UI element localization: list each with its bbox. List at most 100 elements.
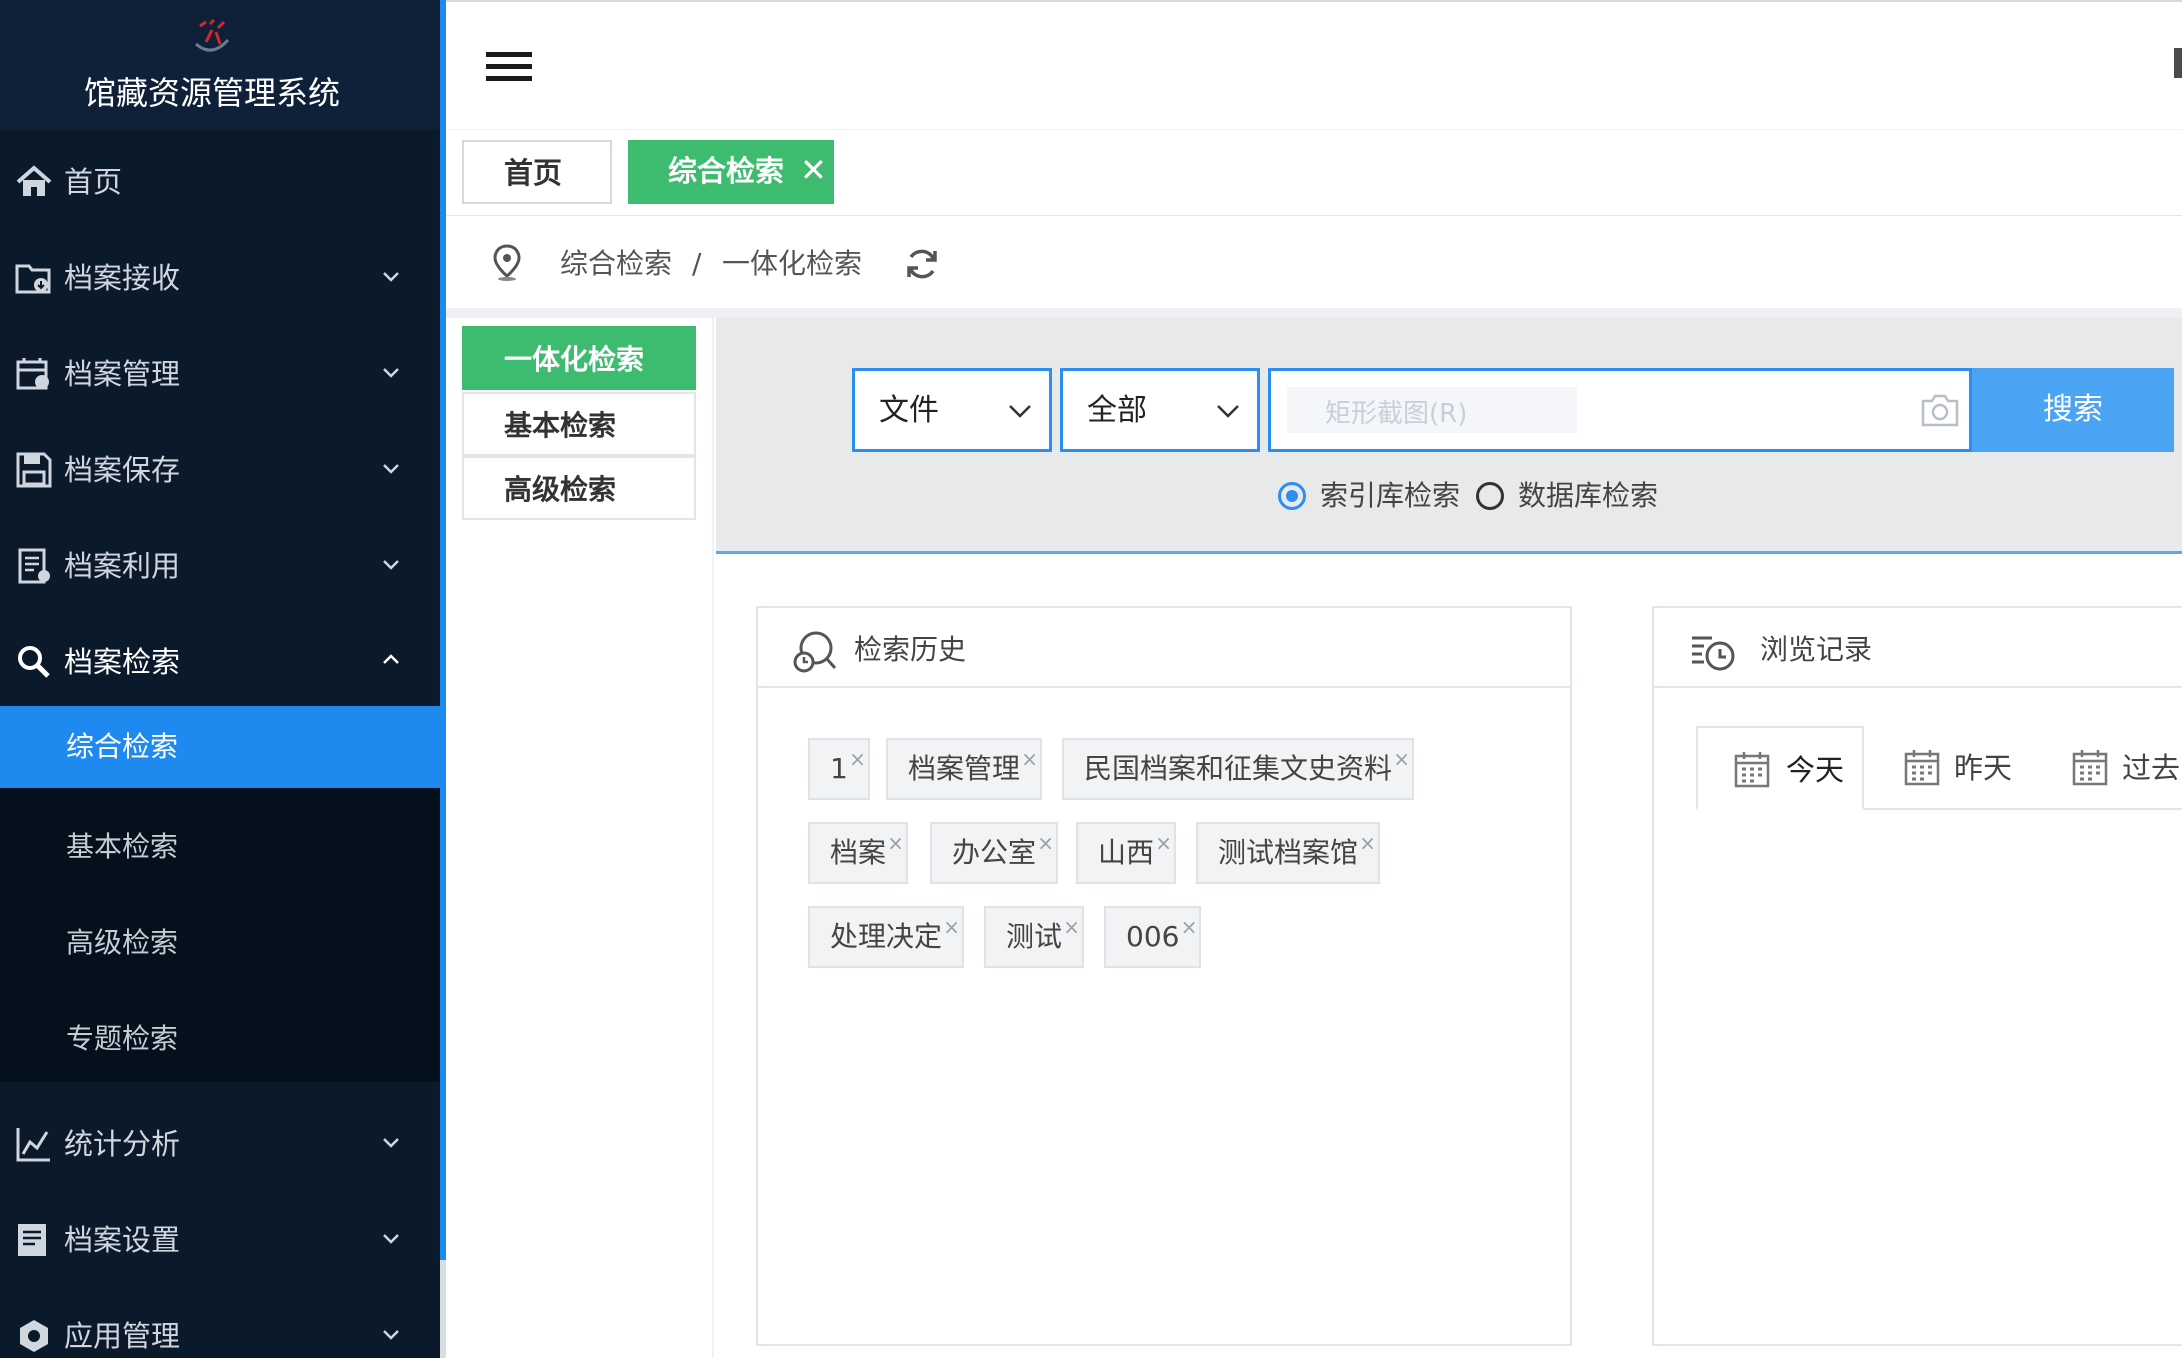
calendar-icon	[1904, 750, 1940, 786]
nav-label: 档案设置	[64, 1223, 181, 1257]
remove-icon[interactable]: ×	[1181, 898, 1198, 956]
breadcrumb-level2: 一体化检索	[722, 247, 863, 280]
breadcrumb-level1[interactable]: 综合检索	[560, 246, 672, 282]
nav-label: 档案管理	[64, 357, 181, 391]
chip-label: 档案管理	[908, 752, 1021, 785]
chevron-down-icon	[1217, 405, 1239, 418]
remove-icon[interactable]: ×	[943, 898, 960, 956]
history-chip[interactable]: 处理决定 ×	[808, 906, 965, 968]
chip-label: 山西	[1098, 836, 1155, 869]
chevron-up-icon	[383, 654, 399, 664]
radio-index-search-label[interactable]: 索引库检索	[1320, 478, 1460, 514]
search-history-card: 检索历史	[756, 606, 1572, 1346]
subnav-item-topic-search[interactable]: 专题检索	[0, 998, 440, 1080]
subnav-item-basic-search[interactable]: 基本检索	[0, 806, 440, 888]
history-chip[interactable]: 档案 ×	[808, 822, 909, 884]
nav-item-app-manage[interactable]: 应用管理	[0, 1288, 440, 1358]
card-header: 检索历史	[758, 608, 1570, 688]
menu-toggle-icon[interactable]	[486, 52, 532, 86]
radio-database-search-label[interactable]: 数据库检索	[1518, 478, 1658, 514]
radio-database-search[interactable]	[1476, 482, 1504, 510]
tab-today[interactable]: 今天	[1696, 726, 1864, 810]
scope-select-value: 全部	[1087, 393, 1147, 428]
top-bar	[446, 0, 2182, 130]
chevron-down-icon	[1009, 405, 1031, 418]
chevron-down-icon	[383, 1138, 399, 1148]
history-chip[interactable]: 档案管理 ×	[886, 738, 1043, 800]
history-chip[interactable]: 测试档案馆 ×	[1196, 822, 1381, 884]
top-right-control[interactable]	[2174, 48, 2182, 78]
save-icon	[16, 452, 52, 488]
remove-icon[interactable]: ×	[1021, 730, 1038, 788]
chip-label: 006	[1126, 920, 1180, 953]
settings-doc-icon	[18, 1224, 46, 1256]
refresh-icon[interactable]	[904, 246, 940, 282]
top-border	[446, 0, 2182, 2]
chip-label: 处理决定	[830, 920, 943, 953]
nav-item-statistics[interactable]: 统计分析	[0, 1096, 440, 1192]
nav-label: 档案检索	[64, 645, 181, 679]
category-select[interactable]: 文件	[852, 368, 1052, 452]
camera-icon[interactable]	[1920, 392, 1960, 428]
browse-history-card: 浏览记录	[1652, 606, 2182, 1346]
remove-icon[interactable]: ×	[1037, 814, 1054, 872]
tab-past[interactable]: 过去	[2072, 726, 2182, 810]
chevron-down-icon	[383, 560, 399, 570]
nav-label: 统计分析	[64, 1127, 181, 1161]
history-chip[interactable]: 山西 ×	[1076, 822, 1177, 884]
nav-label: 档案保存	[64, 453, 181, 487]
search-type-integrated[interactable]: 一体化检索	[462, 326, 696, 390]
nav-label: 档案利用	[64, 549, 181, 583]
nav-item-home[interactable]: 首页	[0, 134, 440, 230]
chevron-down-icon	[383, 464, 399, 474]
search-input[interactable]: 矩形截图(R)	[1268, 368, 1972, 452]
browse-history-title: 浏览记录	[1760, 633, 1873, 666]
history-chip[interactable]: 1 ×	[808, 738, 870, 800]
search-placeholder: 矩形截图(R)	[1325, 399, 1468, 429]
remove-icon[interactable]: ×	[1393, 730, 1410, 788]
nav-item-archive-use[interactable]: 档案利用	[0, 518, 440, 614]
search-type-basic[interactable]: 基本检索	[462, 392, 696, 456]
nav-item-archive-search[interactable]: 档案检索	[0, 614, 440, 710]
subnav-item-advanced-search[interactable]: 高级检索	[0, 902, 440, 984]
history-chip[interactable]: 民国档案和征集文史资料 ×	[1062, 738, 1415, 800]
chevron-down-icon	[383, 272, 399, 282]
archive-manage-icon	[16, 358, 49, 390]
subnav-item-integrated-search[interactable]: 综合检索	[0, 706, 440, 788]
breadcrumb	[446, 216, 2182, 308]
close-icon[interactable]: ✕	[800, 150, 828, 190]
logo-icon	[195, 18, 230, 52]
archive-use-icon	[18, 548, 50, 584]
radio-index-search[interactable]	[1278, 482, 1306, 510]
tab-home[interactable]: 首页	[462, 140, 612, 204]
history-chip[interactable]: 006 ×	[1104, 906, 1202, 968]
folder-receive-icon	[15, 264, 51, 294]
chip-label: 办公室	[952, 836, 1037, 869]
search-type-menu-border	[712, 318, 714, 1358]
chevron-down-icon	[383, 368, 399, 378]
chip-label: 测试档案馆	[1218, 836, 1359, 869]
remove-icon[interactable]: ×	[887, 814, 904, 872]
nav-item-archive-manage[interactable]: 档案管理	[0, 326, 440, 422]
app-manage-icon	[20, 1320, 48, 1352]
remove-icon[interactable]: ×	[1063, 898, 1080, 956]
scope-select[interactable]: 全部	[1060, 368, 1260, 452]
tab-yesterday[interactable]: 昨天	[1904, 726, 2064, 810]
remove-icon[interactable]: ×	[849, 730, 866, 788]
nav-item-archive-receive[interactable]: 档案接收	[0, 230, 440, 326]
nav-item-archive-settings[interactable]: 档案设置	[0, 1192, 440, 1288]
remove-icon[interactable]: ×	[1155, 814, 1172, 872]
home-icon	[16, 165, 52, 196]
search-type-advanced[interactable]: 高级检索	[462, 456, 696, 520]
remove-icon[interactable]: ×	[1359, 814, 1376, 872]
chevron-down-icon	[383, 1330, 399, 1340]
browse-history-icon	[1692, 636, 1735, 671]
tab-today-label: 今天	[1786, 753, 1845, 787]
history-chip[interactable]: 办公室 ×	[930, 822, 1059, 884]
search-history-title: 检索历史	[854, 633, 967, 666]
nav-item-archive-save[interactable]: 档案保存	[0, 422, 440, 518]
breadcrumb-separator: /	[692, 247, 702, 280]
history-chip[interactable]: 测试 ×	[984, 906, 1085, 968]
search-button[interactable]: 搜索	[1972, 368, 2174, 452]
calendar-icon	[1734, 752, 1770, 788]
